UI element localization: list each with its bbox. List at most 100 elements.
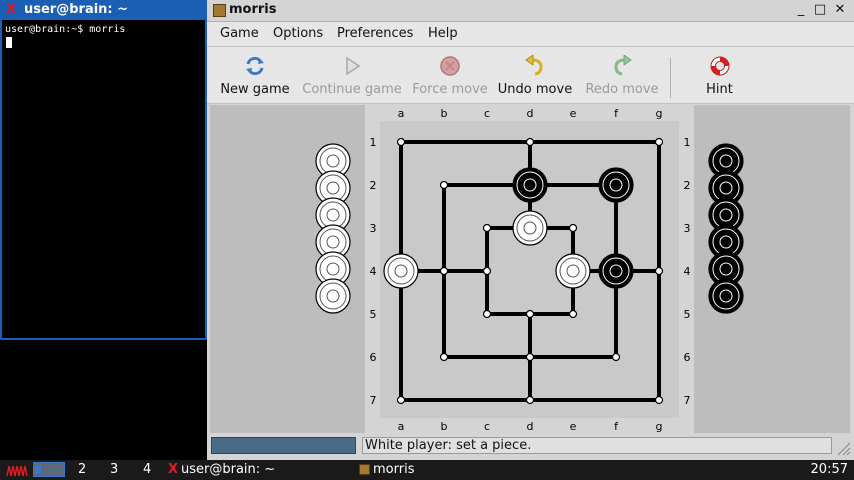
board-point[interactable]: [525, 309, 535, 319]
piece-ring: [708, 278, 744, 314]
workspace-4[interactable]: 4: [143, 462, 151, 477]
black-reserve-piece[interactable]: [708, 278, 744, 314]
terminal-title: user@brain: ~: [24, 2, 129, 17]
menu-help[interactable]: Help: [428, 26, 458, 41]
row-label: 1: [684, 136, 691, 149]
morris-window: morris _ □ ✕ Game Options Preferences He…: [207, 0, 854, 460]
column-label: d: [527, 420, 534, 433]
row-label: 4: [370, 265, 377, 278]
menu-preferences[interactable]: Preferences: [337, 26, 413, 41]
board-point[interactable]: [482, 266, 492, 276]
maximize-button[interactable]: □: [811, 1, 829, 19]
column-label: d: [527, 107, 534, 120]
workspace-1-pager[interactable]: [33, 462, 65, 477]
column-label: c: [484, 420, 490, 433]
menu-options[interactable]: Options: [273, 26, 323, 41]
board-point[interactable]: [568, 223, 578, 233]
black-piece-f2[interactable]: [598, 167, 634, 203]
board-point[interactable]: [439, 180, 449, 190]
piece-ring: [598, 253, 634, 289]
column-label: g: [656, 420, 663, 433]
terminal-prompt-line: user@brain:~$ morris: [5, 24, 126, 35]
column-label: g: [656, 107, 663, 120]
system-menu-icon[interactable]: [6, 463, 28, 477]
close-button[interactable]: ✕: [831, 1, 849, 19]
force-move-button[interactable]: Force move: [409, 47, 491, 103]
column-label: b: [441, 420, 448, 433]
row-label: 2: [684, 179, 691, 192]
toolbar-separator: [670, 58, 671, 98]
board-point[interactable]: [439, 266, 449, 276]
task-morris[interactable]: morris: [373, 462, 414, 477]
board-point[interactable]: [654, 266, 664, 276]
undo-move-label: Undo move: [497, 82, 573, 97]
board-point[interactable]: [654, 137, 664, 147]
workspace-3[interactable]: 3: [110, 462, 118, 477]
continue-game-label: Continue game: [302, 82, 402, 97]
resize-grip-icon[interactable]: [835, 440, 851, 456]
status-message-box: White player: set a piece.: [362, 437, 832, 454]
row-label: 7: [370, 394, 377, 407]
row-label: 3: [684, 222, 691, 235]
menu-bar: Game Options Preferences Help: [207, 22, 854, 47]
white-piece-e4[interactable]: [555, 253, 591, 289]
piece-ring: [598, 167, 634, 203]
new-game-button[interactable]: New game: [215, 47, 295, 103]
column-label: a: [398, 420, 405, 433]
toolbar: New game Continue game Force move Undo m…: [207, 47, 854, 104]
morris-app-icon: [359, 464, 370, 475]
board-point[interactable]: [482, 309, 492, 319]
column-label: b: [441, 107, 448, 120]
workspace-2[interactable]: 2: [78, 462, 86, 477]
board-point[interactable]: [611, 352, 621, 362]
board-point[interactable]: [654, 395, 664, 405]
play-icon: [346, 56, 361, 76]
undo-arrow-icon: [525, 55, 543, 76]
menu-game[interactable]: Game: [220, 26, 259, 41]
minimize-button[interactable]: _: [792, 1, 810, 19]
morris-titlebar[interactable]: morris _ □ ✕: [207, 0, 854, 22]
taskbar: 2 3 4 X user@brain: ~ morris 20:57: [0, 460, 854, 480]
row-label: 7: [684, 394, 691, 407]
hint-button[interactable]: Hint: [687, 47, 752, 103]
piece-ring: [512, 210, 548, 246]
task-terminal[interactable]: user@brain: ~: [181, 462, 275, 477]
redo-move-button[interactable]: Redo move: [580, 47, 664, 103]
undo-move-button[interactable]: Undo move: [495, 47, 575, 103]
terminal-window: [0, 0, 207, 340]
terminal-cursor: [6, 37, 12, 48]
column-label: e: [570, 420, 577, 433]
piece-ring: [315, 278, 351, 314]
progress-bar: [211, 437, 356, 454]
board-point[interactable]: [396, 395, 406, 405]
stop-icon: [440, 56, 460, 76]
new-game-label: New game: [220, 82, 290, 97]
clock: 20:57: [810, 462, 848, 477]
continue-game-button[interactable]: Continue game: [299, 47, 405, 103]
black-piece-d2[interactable]: [512, 167, 548, 203]
x-terminal-icon: X: [168, 462, 179, 477]
game-board[interactable]: aabbccddeeffgg1 12 23 34 45 56 67 7: [210, 105, 850, 433]
board-point[interactable]: [525, 352, 535, 362]
row-label: 4: [684, 265, 691, 278]
redo-arrow-icon: [614, 55, 632, 76]
row-label: 5: [370, 308, 377, 321]
board-point[interactable]: [439, 352, 449, 362]
column-label: a: [398, 107, 405, 120]
board-point[interactable]: [568, 309, 578, 319]
terminal-titlebar[interactable]: X user@brain: ~: [0, 0, 207, 20]
white-piece-a4[interactable]: [383, 253, 419, 289]
game-area: aabbccddeeffgg11223344556677: [210, 105, 850, 433]
board-point[interactable]: [396, 137, 406, 147]
lifebuoy-icon: [710, 56, 729, 76]
white-reserve-piece[interactable]: [315, 278, 351, 314]
redo-move-label: Redo move: [585, 82, 659, 97]
morris-title: morris: [229, 2, 277, 17]
board-point[interactable]: [482, 223, 492, 233]
refresh-icon: [246, 56, 264, 76]
black-piece-f4[interactable]: [598, 253, 634, 289]
piece-ring: [512, 167, 548, 203]
white-piece-d3[interactable]: [512, 210, 548, 246]
board-point[interactable]: [525, 395, 535, 405]
board-point[interactable]: [525, 137, 535, 147]
